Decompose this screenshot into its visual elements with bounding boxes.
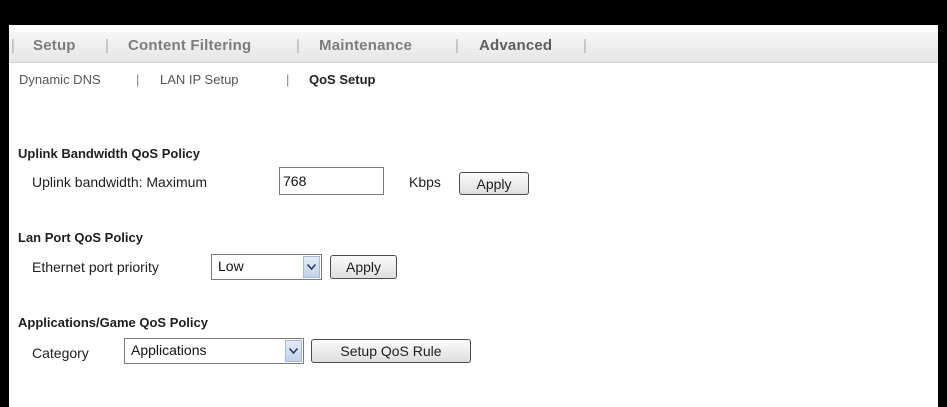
uplink-section-title: Uplink Bandwidth QoS Policy bbox=[18, 146, 201, 161]
nav-separator: | bbox=[455, 37, 459, 54]
chevron-down-icon[interactable] bbox=[303, 256, 320, 278]
tab-advanced[interactable]: Advanced bbox=[479, 37, 552, 54]
lan-section-title: Lan Port QoS Policy bbox=[18, 230, 143, 245]
tab-setup[interactable]: Setup bbox=[33, 37, 76, 54]
uplink-bandwidth-input[interactable] bbox=[279, 167, 384, 195]
apps-category-select[interactable]: Applications bbox=[124, 338, 304, 364]
subtab-dynamic-dns[interactable]: Dynamic DNS bbox=[19, 72, 101, 87]
subtab-qos-setup[interactable]: QoS Setup bbox=[309, 72, 375, 87]
apps-category-label: Category bbox=[32, 345, 89, 361]
uplink-bandwidth-label: Uplink bandwidth: Maximum bbox=[32, 174, 208, 190]
apps-category-value: Applications bbox=[131, 342, 207, 358]
lan-apply-button[interactable]: Apply bbox=[330, 255, 397, 279]
top-navigation: | Setup | Content Filtering | Maintenanc… bbox=[9, 32, 938, 63]
nav-separator: | bbox=[11, 37, 15, 54]
nav-separator: | bbox=[286, 72, 290, 87]
nav-separator: | bbox=[105, 37, 109, 54]
lan-priority-select[interactable]: Low bbox=[211, 254, 322, 280]
nav-separator: | bbox=[583, 37, 587, 54]
nav-separator: | bbox=[296, 37, 300, 54]
nav-separator: | bbox=[136, 72, 140, 87]
lan-priority-value: Low bbox=[218, 258, 244, 274]
subtab-lan-ip-setup[interactable]: LAN IP Setup bbox=[160, 72, 239, 87]
tab-maintenance[interactable]: Maintenance bbox=[319, 37, 412, 54]
setup-qos-rule-button[interactable]: Setup QoS Rule bbox=[311, 339, 471, 363]
tab-content-filtering[interactable]: Content Filtering bbox=[128, 37, 251, 54]
uplink-apply-button[interactable]: Apply bbox=[459, 172, 529, 195]
uplink-unit-label: Kbps bbox=[409, 174, 441, 190]
router-admin-panel: | Setup | Content Filtering | Maintenanc… bbox=[9, 25, 938, 407]
chevron-down-icon[interactable] bbox=[285, 340, 302, 362]
lan-priority-label: Ethernet port priority bbox=[32, 259, 159, 275]
apps-section-title: Applications/Game QoS Policy bbox=[18, 315, 208, 330]
